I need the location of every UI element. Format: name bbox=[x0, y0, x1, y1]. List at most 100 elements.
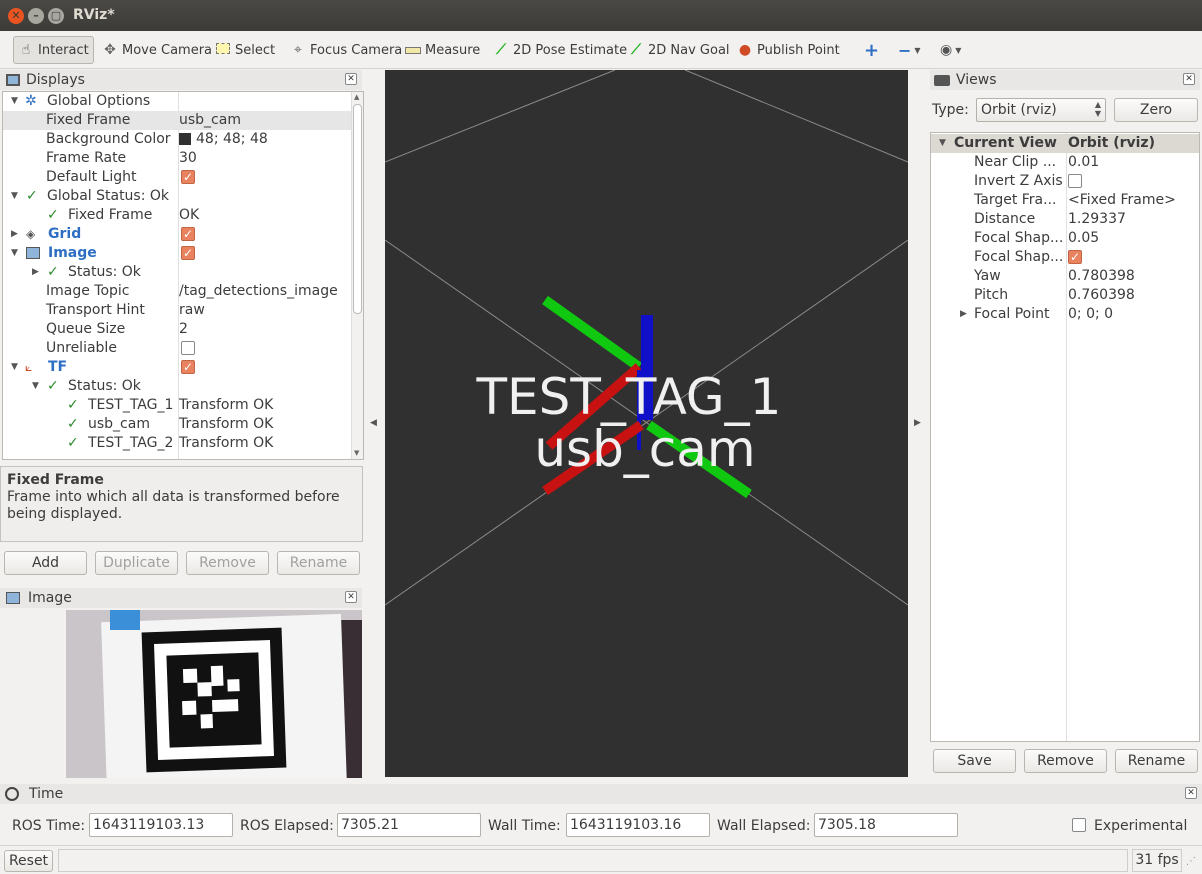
ros-elapsed-field[interactable]: 7305.21 bbox=[337, 813, 481, 837]
move-camera-tool[interactable]: ✥ Move Camera bbox=[98, 36, 216, 64]
maximize-window-button[interactable]: ▢ bbox=[48, 8, 64, 24]
expand-arrow-icon[interactable]: ▼ bbox=[11, 358, 18, 377]
expand-arrow-icon[interactable]: ▼ bbox=[939, 134, 946, 153]
wall-time-field[interactable]: 1643119103.16 bbox=[566, 813, 710, 837]
tree-row-status-fixed-frame[interactable]: ✓ Fixed Frame OK bbox=[3, 206, 351, 225]
image-enabled-checkbox[interactable] bbox=[181, 244, 195, 263]
view-property-row[interactable]: Invert Z Axis bbox=[931, 172, 1199, 191]
tree-row-global-options[interactable]: ▼ ✲ Global Options bbox=[3, 92, 351, 111]
add-display-button[interactable]: Add bbox=[4, 551, 87, 575]
tree-row-image-topic[interactable]: Image Topic/tag_detections_image bbox=[3, 282, 351, 301]
ros-time-field[interactable]: 1643119103.13 bbox=[89, 813, 233, 837]
apriltag-marker bbox=[141, 627, 287, 773]
wall-time-label: Wall Time: bbox=[488, 818, 561, 834]
viewport-left-handle[interactable]: ◀ bbox=[370, 418, 377, 428]
view-property-row[interactable]: Pitch 0.760398 bbox=[931, 286, 1199, 305]
displays-panel-header: Displays ✕ bbox=[0, 70, 362, 90]
zero-view-button[interactable]: Zero bbox=[1114, 98, 1198, 122]
view-property-value[interactable]: 0.05 bbox=[1068, 229, 1099, 248]
view-property-row[interactable]: Near Clip ... 0.01 bbox=[931, 153, 1199, 172]
tree-row-background-color[interactable]: Background Color 48; 48; 48 bbox=[3, 130, 351, 149]
default-light-checkbox[interactable] bbox=[181, 168, 195, 187]
scroll-up-arrow-icon[interactable]: ▲ bbox=[354, 93, 359, 101]
tree-row-tag2[interactable]: ✓ TEST_TAG_2 Transform OK bbox=[3, 434, 351, 453]
resize-grip-icon[interactable]: ⋰ bbox=[1186, 856, 1196, 867]
view-property-value[interactable] bbox=[1068, 172, 1082, 191]
view-property-row[interactable]: Distance 1.29337 bbox=[931, 210, 1199, 229]
scroll-down-arrow-icon[interactable]: ▼ bbox=[354, 449, 359, 457]
collapse-arrow-icon[interactable]: ▶ bbox=[11, 225, 18, 244]
tree-row-image[interactable]: ▼ Image bbox=[3, 244, 351, 263]
view-property-row[interactable]: Focal Shap... bbox=[931, 248, 1199, 267]
color-swatch bbox=[179, 133, 191, 145]
select-tool[interactable]: Select bbox=[211, 36, 279, 64]
camera-icon bbox=[934, 74, 950, 86]
interact-tool[interactable]: ☝ Interact bbox=[13, 36, 94, 64]
tree-row-default-light[interactable]: Default Light bbox=[3, 168, 351, 187]
expand-arrow-icon[interactable]: ▼ bbox=[11, 92, 18, 111]
tree-row-unreliable[interactable]: Unreliable bbox=[3, 339, 351, 358]
tree-row-tag1[interactable]: ✓ TEST_TAG_1 Transform OK bbox=[3, 396, 351, 415]
view-property-value[interactable]: 0.780398 bbox=[1068, 267, 1135, 286]
save-view-button[interactable]: Save bbox=[933, 749, 1016, 773]
tree-row-queue-size[interactable]: Queue Size 2 bbox=[3, 320, 351, 339]
view-property-value[interactable]: 0; 0; 0 bbox=[1068, 305, 1113, 324]
view-property-value[interactable]: <Fixed Frame> bbox=[1068, 191, 1176, 210]
view-property-row[interactable]: ▶ Focal Point 0; 0; 0 bbox=[931, 305, 1199, 324]
minimize-window-button[interactable]: – bbox=[28, 8, 44, 24]
view-row-current[interactable]: ▼ Current View Orbit (rviz) bbox=[931, 134, 1199, 153]
view-type-select[interactable]: Orbit (rviz) ▲ ▼ bbox=[976, 98, 1106, 122]
nav-goal-tool[interactable]: ⟋ 2D Nav Goal bbox=[624, 36, 734, 64]
view-property-row[interactable]: Focal Shap... 0.05 bbox=[931, 229, 1199, 248]
view-property-value[interactable]: 0.760398 bbox=[1068, 286, 1135, 305]
tree-row-grid[interactable]: ▶ ◈ Grid bbox=[3, 225, 351, 244]
tree-row-image-status[interactable]: ▶ ✓ Status: Ok bbox=[3, 263, 351, 282]
tree-row-transport-hint[interactable]: Transport Hint raw bbox=[3, 301, 351, 320]
render-viewport[interactable]: TEST_TAG_1 usb_cam bbox=[385, 70, 908, 777]
close-panel-icon[interactable]: ✕ bbox=[345, 73, 357, 85]
close-panel-icon[interactable]: ✕ bbox=[345, 591, 357, 603]
view-property-value[interactable] bbox=[1068, 248, 1082, 267]
close-panel-icon[interactable]: ✕ bbox=[1185, 787, 1197, 799]
add-tool-button[interactable]: + bbox=[860, 36, 883, 64]
view-property-value[interactable]: 1.29337 bbox=[1068, 210, 1126, 229]
pose-estimate-tool[interactable]: ⟋ 2D Pose Estimate bbox=[489, 36, 631, 64]
view-property-row[interactable]: Target Fra... <Fixed Frame> bbox=[931, 191, 1199, 210]
expand-arrow-icon[interactable]: ▼ bbox=[32, 377, 39, 396]
grid-enabled-checkbox[interactable] bbox=[181, 225, 195, 244]
focus-camera-tool[interactable]: ⌖ Focus Camera bbox=[286, 36, 406, 64]
tree-row-tf-status[interactable]: ▼ ✓ Status: Ok bbox=[3, 377, 351, 396]
reset-button[interactable]: Reset bbox=[4, 850, 53, 872]
experimental-checkbox[interactable] bbox=[1072, 818, 1086, 832]
rename-view-button[interactable]: Rename bbox=[1115, 749, 1198, 773]
measure-tool[interactable]: Measure bbox=[401, 36, 484, 64]
view-property-value[interactable]: 0.01 bbox=[1068, 153, 1099, 172]
expand-arrow-icon[interactable]: ▼ bbox=[11, 244, 18, 263]
scrollbar-thumb[interactable] bbox=[353, 104, 362, 314]
remove-view-button[interactable]: Remove bbox=[1024, 749, 1107, 773]
collapse-arrow-icon[interactable]: ▶ bbox=[32, 263, 39, 282]
publish-point-tool[interactable]: ● Publish Point bbox=[733, 36, 844, 64]
tree-row-global-status[interactable]: ▼ ✓ Global Status: Ok bbox=[3, 187, 351, 206]
wall-elapsed-field[interactable]: 7305.18 bbox=[814, 813, 958, 837]
unreliable-checkbox[interactable] bbox=[181, 341, 195, 355]
remove-tool-button[interactable]: − ▼ bbox=[894, 36, 925, 64]
tree-row-tf[interactable]: ▼ ⟀ TF bbox=[3, 358, 351, 377]
tool-properties-button[interactable]: ◉ ▼ bbox=[936, 36, 965, 64]
focal-shape-checkbox[interactable] bbox=[1068, 248, 1082, 267]
remove-display-button[interactable]: Remove bbox=[186, 551, 269, 575]
close-window-button[interactable]: ✕ bbox=[8, 8, 24, 24]
tf-enabled-checkbox[interactable] bbox=[181, 358, 195, 377]
tree-row-fixed-frame[interactable]: Fixed Frame usb_cam bbox=[3, 111, 351, 130]
view-property-row[interactable]: Yaw 0.780398 bbox=[931, 267, 1199, 286]
rename-display-button[interactable]: Rename bbox=[277, 551, 360, 575]
expand-arrow-icon[interactable]: ▼ bbox=[11, 187, 18, 206]
viewport-right-handle[interactable]: ▶ bbox=[914, 418, 921, 428]
collapse-arrow-icon[interactable]: ▶ bbox=[960, 305, 967, 324]
close-panel-icon[interactable]: ✕ bbox=[1183, 73, 1195, 85]
duplicate-display-button[interactable]: Duplicate bbox=[95, 551, 178, 575]
displays-scrollbar[interactable]: ▲ ▼ bbox=[351, 92, 363, 459]
tree-row-frame-rate[interactable]: Frame Rate 30 bbox=[3, 149, 351, 168]
tree-row-usb-cam[interactable]: ✓ usb_cam Transform OK bbox=[3, 415, 351, 434]
invert-z-checkbox[interactable] bbox=[1068, 174, 1082, 188]
